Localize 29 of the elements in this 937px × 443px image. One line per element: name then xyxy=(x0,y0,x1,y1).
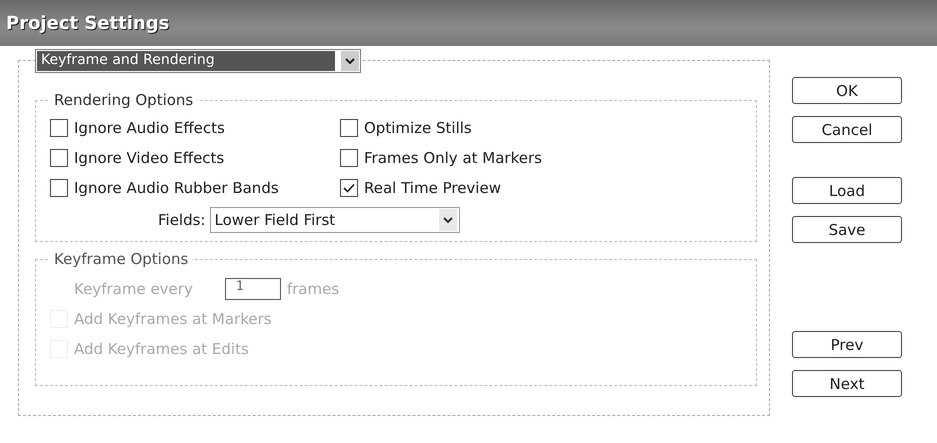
checkbox[interactable] xyxy=(340,119,358,137)
checkbox-label: Add Keyframes at Edits xyxy=(74,340,249,358)
frames-label: frames xyxy=(286,280,340,298)
keyframe-every-label: Keyframe every xyxy=(74,280,193,298)
checkbox-label: Optimize Stills xyxy=(364,119,472,137)
check-icon xyxy=(343,183,355,193)
checkbox[interactable] xyxy=(50,149,68,167)
checkbox-label: Frames Only at Markers xyxy=(364,149,542,167)
checkbox[interactable] xyxy=(340,149,358,167)
dialog-button[interactable]: Load xyxy=(792,177,902,204)
checkbox[interactable] xyxy=(50,119,68,137)
checkbox-label: Ignore Video Effects xyxy=(74,149,224,167)
checkbox-label: Ignore Audio Effects xyxy=(74,119,225,137)
checkbox[interactable] xyxy=(340,179,358,197)
dialog-button[interactable]: Prev xyxy=(792,331,902,358)
dialog-button[interactable]: Save xyxy=(792,216,902,243)
checkbox-label: Add Keyframes at Markers xyxy=(74,310,272,328)
section-dropdown[interactable]: Keyframe and Rendering xyxy=(35,49,361,73)
group-title: Keyframe Options xyxy=(53,250,190,268)
checkbox[interactable] xyxy=(50,179,68,197)
fields-dropdown[interactable]: Lower Field First xyxy=(210,207,460,233)
checkbox-label: Real Time Preview xyxy=(364,179,501,197)
dialog-button[interactable]: OK xyxy=(792,77,902,104)
fields-label: Fields: xyxy=(158,211,206,229)
group-title: Rendering Options xyxy=(53,91,194,109)
dialog-button[interactable]: Cancel xyxy=(792,116,902,143)
checkbox-label: Ignore Audio Rubber Bands xyxy=(74,179,279,197)
dialog-button[interactable]: Next xyxy=(792,370,902,397)
window-title: Project Settings xyxy=(6,12,170,34)
